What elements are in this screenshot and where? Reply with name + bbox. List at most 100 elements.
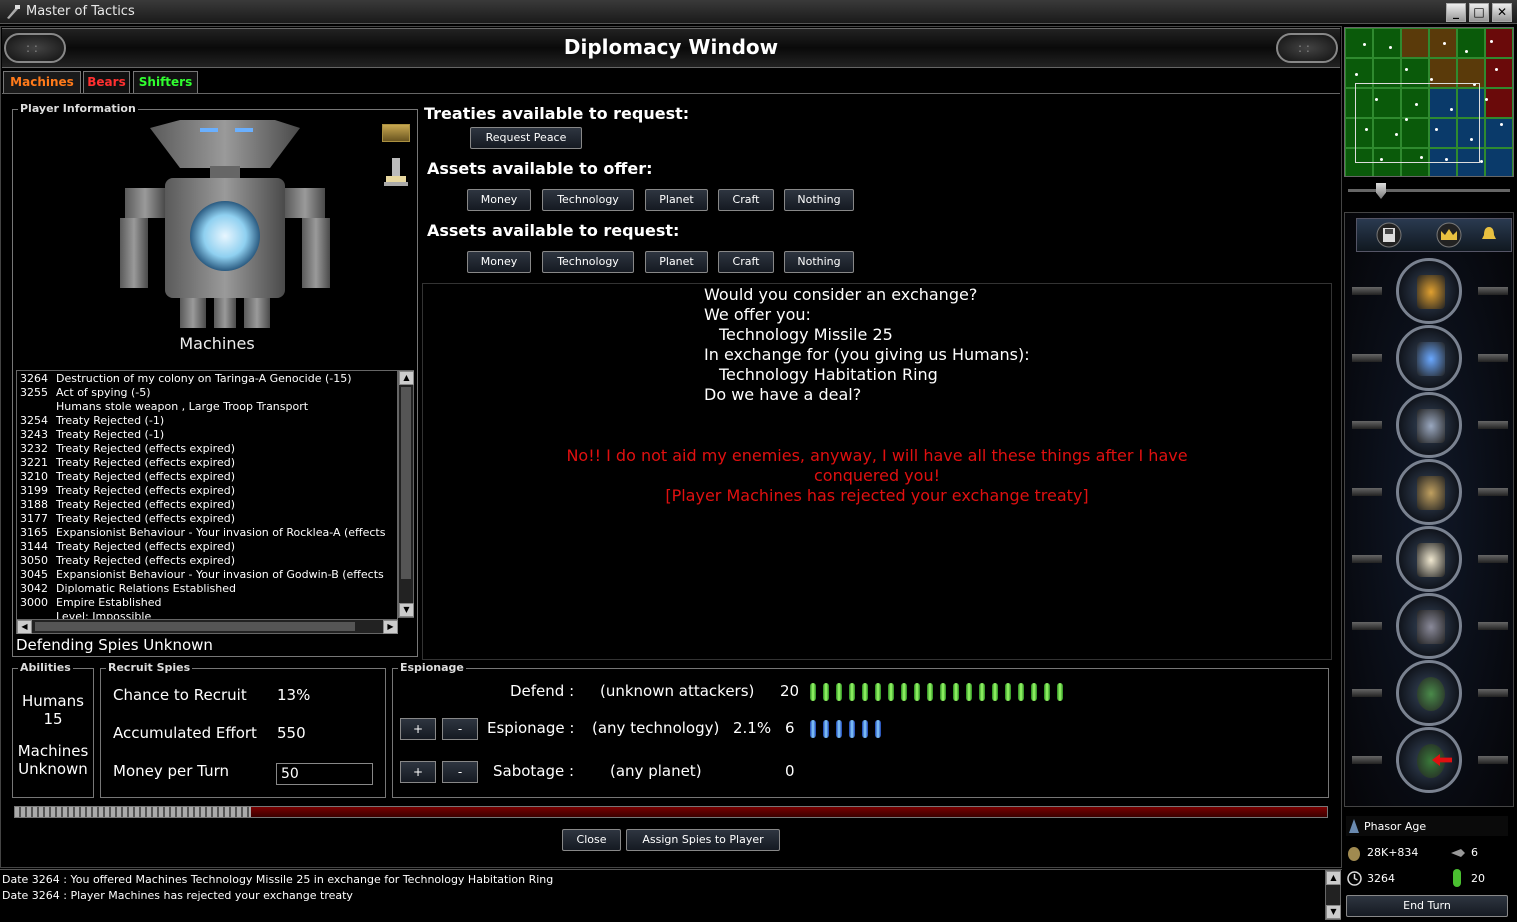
tab-shifters[interactable]: Shifters	[133, 71, 198, 93]
money-per-turn-input[interactable]: 50	[276, 763, 373, 785]
scroll-up-icon[interactable]: ▲	[399, 371, 414, 385]
building-button[interactable]	[1396, 392, 1462, 458]
close-button[interactable]: Close	[562, 829, 621, 851]
star-icon[interactable]	[1495, 68, 1498, 71]
minimap-viewport[interactable]	[1355, 83, 1480, 163]
espionage-minus-button[interactable]: -	[442, 718, 478, 740]
defend-spy-icon	[927, 683, 933, 701]
log-row[interactable]: 3042 Diplomatic Relations Established	[20, 582, 236, 596]
request-technology-button[interactable]: Technology	[542, 251, 634, 273]
log-row[interactable]: 3243 Treaty Rejected (-1)	[20, 428, 164, 442]
offer-planet-button[interactable]: Planet	[645, 189, 708, 211]
bell-icon[interactable]	[1480, 225, 1498, 243]
offer-money-button[interactable]: Money	[467, 189, 531, 211]
request-peace-button[interactable]: Request Peace	[470, 127, 582, 149]
star-icon[interactable]	[1500, 123, 1503, 126]
tab-machines[interactable]: Machines	[3, 71, 81, 93]
request-money-button[interactable]: Money	[467, 251, 531, 273]
statue-icon	[384, 158, 408, 186]
star-icon[interactable]	[1355, 73, 1358, 76]
end-turn-button[interactable]: End Turn	[1346, 895, 1508, 917]
crown-icon[interactable]	[1435, 222, 1463, 248]
star-icon[interactable]	[1480, 160, 1483, 163]
message-line: Would you consider an exchange?	[704, 285, 978, 304]
star-icon[interactable]	[1490, 40, 1493, 43]
status-log-scrollbar[interactable]: ▲ ▼	[1325, 870, 1341, 920]
crown-button[interactable]	[1396, 258, 1462, 324]
log-row[interactable]: 3177 Treaty Rejected (effects expired)	[20, 512, 235, 526]
log-row[interactable]: 3221 Treaty Rejected (effects expired)	[20, 456, 235, 470]
save-icon[interactable]	[1376, 222, 1402, 248]
map-sector[interactable]	[1373, 28, 1401, 58]
scroll-right-icon[interactable]: ▶	[383, 620, 398, 634]
scroll-thumb[interactable]	[401, 387, 411, 579]
maximize-button[interactable]: □	[1469, 3, 1489, 22]
log-row[interactable]: Humans stole weapon , Large Troop Transp…	[20, 400, 308, 414]
map-sector[interactable]	[1345, 28, 1373, 58]
scroll-down-icon[interactable]: ▼	[399, 603, 414, 617]
log-row[interactable]: 3232 Treaty Rejected (effects expired)	[20, 442, 235, 456]
offer-nothing-button[interactable]: Nothing	[784, 189, 854, 211]
scroll-up-icon[interactable]: ▲	[1326, 871, 1341, 885]
map-sector[interactable]	[1485, 28, 1513, 58]
log-row[interactable]: 3264 Destruction of my colony on Taringa-…	[20, 372, 352, 386]
planets-button[interactable]	[1396, 660, 1462, 726]
minimize-button[interactable]: _	[1446, 3, 1466, 22]
star-icon[interactable]	[1465, 50, 1468, 53]
zoom-slider-track[interactable]	[1348, 189, 1510, 192]
sabotage-plus-button[interactable]: +	[400, 761, 436, 783]
scroll-down-icon[interactable]: ▼	[1326, 905, 1341, 919]
request-planet-button[interactable]: Planet	[645, 251, 708, 273]
star-icon[interactable]	[1430, 78, 1433, 81]
offer-craft-button[interactable]: Craft	[718, 189, 774, 211]
map-sector[interactable]	[1401, 28, 1429, 58]
star-icon[interactable]	[1485, 98, 1488, 101]
flask-button[interactable]	[1396, 325, 1462, 391]
log-horizontal-scrollbar[interactable]: ◀ ▶	[16, 619, 398, 634]
scroll-thumb[interactable]	[35, 622, 355, 631]
star-icon[interactable]	[1405, 68, 1408, 71]
log-row[interactable]: 3144 Treaty Rejected (effects expired)	[20, 540, 235, 554]
request-craft-button[interactable]: Craft	[718, 251, 774, 273]
ship-button[interactable]	[1396, 593, 1462, 659]
espionage-target[interactable]: (any technology)	[592, 719, 719, 737]
star-icon[interactable]	[1443, 42, 1446, 45]
star-icon[interactable]	[1389, 46, 1392, 49]
people-button[interactable]	[1396, 459, 1462, 525]
relations-log[interactable]: 3264 Destruction of my colony on Taringa-…	[16, 370, 398, 620]
log-row[interactable]: 3050 Treaty Rejected (effects expired)	[20, 554, 235, 568]
report-button[interactable]	[1396, 526, 1462, 592]
log-row[interactable]: 3210 Treaty Rejected (effects expired)	[20, 470, 235, 484]
star-icon[interactable]	[1363, 43, 1366, 46]
tab-bears[interactable]: Bears	[83, 71, 130, 93]
close-window-button[interactable]: ✕	[1492, 3, 1512, 22]
log-row[interactable]: 3045 Expansionist Behaviour - Your invasi…	[20, 568, 384, 582]
zoom-slider-handle[interactable]	[1376, 183, 1386, 199]
map-sector[interactable]	[1485, 58, 1513, 88]
log-row[interactable]: 3199 Treaty Rejected (effects expired)	[20, 484, 235, 498]
map-sector[interactable]	[1485, 118, 1513, 148]
log-date: 3254	[20, 414, 48, 427]
log-date: 3243	[20, 428, 48, 441]
log-row[interactable]: 3254 Treaty Rejected (-1)	[20, 414, 164, 428]
galaxy-minimap[interactable]	[1344, 27, 1514, 177]
assign-spies-button[interactable]: Assign Spies to Player	[626, 829, 780, 851]
offer-technology-button[interactable]: Technology	[542, 189, 634, 211]
log-row[interactable]: 3000 Empire Established	[20, 596, 162, 610]
planet-button[interactable]	[1396, 727, 1462, 793]
sabotage-target[interactable]: (any planet)	[610, 762, 702, 780]
log-row[interactable]: 3188 Treaty Rejected (effects expired)	[20, 498, 235, 512]
scroll-left-icon[interactable]: ◀	[17, 620, 32, 634]
map-sector[interactable]	[1485, 148, 1513, 176]
defend-spy-icon	[810, 683, 816, 701]
log-row[interactable]: 3165 Expansionist Behaviour - Your invasi…	[20, 526, 385, 540]
defend-spy-icon	[940, 683, 946, 701]
map-sector[interactable]	[1485, 88, 1513, 118]
espionage-plus-button[interactable]: +	[400, 718, 436, 740]
sabotage-minus-button[interactable]: -	[442, 761, 478, 783]
request-nothing-button[interactable]: Nothing	[784, 251, 854, 273]
log-row[interactable]: 3255 Act of spying (-5)	[20, 386, 151, 400]
log-vertical-scrollbar[interactable]: ▲ ▼	[398, 370, 414, 618]
map-sector[interactable]	[1457, 28, 1485, 58]
chance-label: Chance to Recruit	[113, 686, 247, 704]
